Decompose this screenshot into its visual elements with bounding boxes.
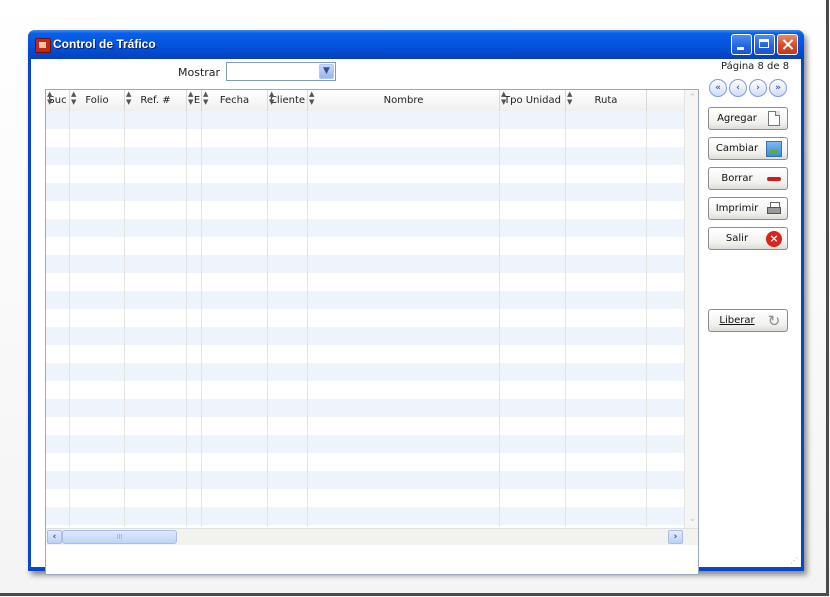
- grid-header: ▲ ▼ Suc ▲ ▼ Folio ▲ ▼ Ref. # ▲ ▼ E ▲ ▼ Fecha ▲ ▼ Cli…: [46, 90, 684, 112]
- close-circle-icon: ×: [766, 231, 782, 247]
- data-grid[interactable]: ▲ ▼ Suc ▲ ▼ Folio ▲ ▼ Ref. # ▲ ▼ E ▲ ▼ Fecha ▲ ▼ Cli…: [45, 89, 699, 575]
- table-row[interactable]: [46, 453, 684, 471]
- table-row[interactable]: [46, 147, 684, 165]
- column-divider: [499, 111, 500, 527]
- previous-page-button[interactable]: ‹: [729, 79, 747, 97]
- cambiar-button[interactable]: Cambiar: [708, 137, 788, 160]
- resize-grip-icon[interactable]: ⋰: [790, 556, 800, 566]
- vertical-scrollbar[interactable]: ⌃ ⌄: [684, 90, 698, 528]
- scroll-up-icon[interactable]: ⌃: [686, 91, 698, 106]
- app-window: Control de Tráfico Mostrar ▼ ▲ ▼ Suc ▲ ▼ Fol…: [28, 30, 804, 575]
- table-row[interactable]: [46, 165, 684, 183]
- table-row[interactable]: [46, 489, 684, 507]
- mostrar-select[interactable]: ▼: [226, 62, 336, 81]
- page-indicator: Página 8 de 8: [721, 61, 790, 72]
- agregar-label: Agregar: [717, 113, 757, 124]
- title-bar[interactable]: Control de Tráfico: [28, 30, 804, 59]
- minus-icon: [766, 171, 782, 187]
- mostrar-label: Mostrar: [178, 66, 221, 79]
- column-header-nombre[interactable]: ▲ ▼ Nombre: [308, 90, 500, 111]
- close-button[interactable]: [777, 34, 798, 55]
- scroll-down-icon[interactable]: ⌄: [686, 512, 698, 527]
- column-header-folio[interactable]: ▲ ▼ Folio: [70, 90, 125, 111]
- agregar-button[interactable]: Agregar: [708, 107, 788, 130]
- column-divider: [201, 111, 202, 527]
- table-row[interactable]: [46, 237, 684, 255]
- liberar-label: Liberar: [719, 315, 755, 326]
- table-row[interactable]: [46, 363, 684, 381]
- column-divider: [646, 111, 647, 527]
- column-divider: [186, 111, 187, 527]
- minimize-button[interactable]: [731, 34, 752, 55]
- sort-icon: ▲ ▼: [203, 90, 209, 106]
- liberar-button[interactable]: Liberar ↻: [708, 309, 788, 332]
- column-divider: [267, 111, 268, 527]
- column-header-ruta[interactable]: ▲ ▼ Ruta: [566, 90, 647, 111]
- table-row[interactable]: [46, 129, 684, 147]
- printer-icon: [766, 201, 782, 217]
- table-row[interactable]: [46, 327, 684, 345]
- sort-icon: ▲ ▼: [567, 90, 573, 106]
- column-divider: [69, 111, 70, 527]
- table-row[interactable]: [46, 435, 684, 453]
- refresh-icon: ↻: [767, 312, 781, 330]
- picture-icon: [766, 141, 782, 157]
- imprimir-label: Imprimir: [715, 203, 759, 214]
- maximize-button[interactable]: [754, 34, 775, 55]
- table-row[interactable]: [46, 183, 684, 201]
- app-icon[interactable]: [35, 38, 51, 53]
- table-row[interactable]: [46, 399, 684, 417]
- last-page-button[interactable]: »: [769, 79, 787, 97]
- sort-icon: ▲ ▼: [309, 90, 315, 106]
- sort-icon: ▲ ▼: [501, 90, 507, 106]
- table-row[interactable]: [46, 381, 684, 399]
- window-client-area: Mostrar ▼ ▲ ▼ Suc ▲ ▼ Folio ▲ ▼ Ref. # ▲ ▼ E ▲ ▼ F…: [31, 59, 801, 575]
- table-row[interactable]: [46, 345, 684, 363]
- page-icon: [768, 111, 780, 126]
- table-row[interactable]: [46, 291, 684, 309]
- scroll-left-icon[interactable]: ‹: [47, 530, 62, 544]
- table-row[interactable]: [46, 201, 684, 219]
- table-row[interactable]: [46, 417, 684, 435]
- grid-rows: [46, 111, 684, 527]
- sort-icon: ▲ ▼: [71, 90, 77, 106]
- table-row[interactable]: [46, 309, 684, 327]
- column-divider: [124, 111, 125, 527]
- sort-icon: ▲ ▼: [47, 90, 53, 106]
- scroll-right-icon[interactable]: ›: [668, 530, 683, 544]
- borrar-button[interactable]: Borrar: [708, 167, 788, 190]
- table-row[interactable]: [46, 471, 684, 489]
- column-header-suc[interactable]: ▲ ▼ Suc: [46, 90, 70, 111]
- cambiar-label: Cambiar: [715, 143, 759, 154]
- table-row[interactable]: [46, 507, 684, 525]
- table-row[interactable]: [46, 255, 684, 273]
- first-page-button[interactable]: «: [709, 79, 727, 97]
- next-page-button[interactable]: ›: [749, 79, 767, 97]
- sort-icon: ▲ ▼: [188, 90, 194, 106]
- imprimir-button[interactable]: Imprimir: [708, 197, 788, 220]
- borrar-label: Borrar: [721, 173, 753, 184]
- window-title: Control de Tráfico: [53, 37, 156, 51]
- salir-button[interactable]: Salir ×: [708, 227, 788, 250]
- column-header-fecha[interactable]: ▲ ▼ Fecha: [202, 90, 268, 111]
- horizontal-scrollbar[interactable]: ‹ III ›: [46, 528, 698, 545]
- column-header-filler: [647, 90, 684, 111]
- column-divider: [565, 111, 566, 527]
- table-row[interactable]: [46, 111, 684, 129]
- column-header-e[interactable]: ▲ ▼ E: [187, 90, 202, 111]
- column-header-cliente[interactable]: ▲ ▼ Cliente: [268, 90, 308, 111]
- sort-icon: ▲ ▼: [126, 90, 132, 106]
- chevron-down-icon[interactable]: ▼: [319, 64, 334, 79]
- horizontal-scroll-thumb[interactable]: III: [62, 530, 177, 544]
- salir-label: Salir: [725, 233, 749, 244]
- column-header-tpo-unidad[interactable]: ▲ ▼ Tpo Unidad: [500, 90, 566, 111]
- table-row[interactable]: [46, 273, 684, 291]
- column-divider: [307, 111, 308, 527]
- table-row[interactable]: [46, 219, 684, 237]
- sort-icon: ▲ ▼: [269, 90, 275, 106]
- column-header-ref[interactable]: ▲ ▼ Ref. #: [125, 90, 187, 111]
